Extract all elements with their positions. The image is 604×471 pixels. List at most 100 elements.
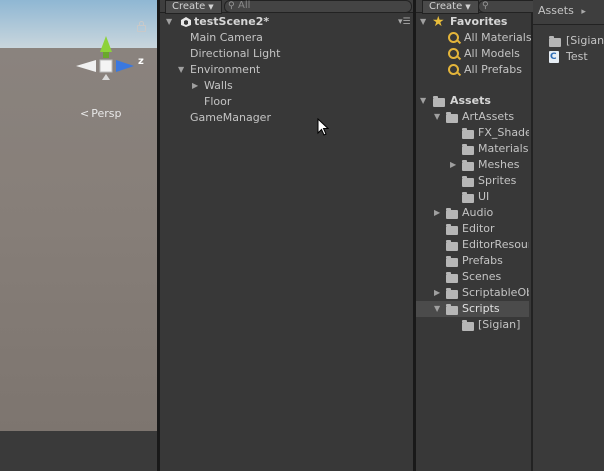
- tree-item-label: [Sigian]: [478, 318, 521, 331]
- search-filter-icon: [448, 32, 459, 43]
- create-label: Create: [429, 1, 463, 12]
- tree-item-meshes[interactable]: ▶ Meshes: [450, 157, 519, 173]
- scene-header[interactable]: ▼ testScene2* ▾☰: [166, 14, 411, 30]
- content-item-label: Test: [566, 50, 588, 63]
- scene-name: testScene2*: [194, 15, 270, 28]
- tree-item-fx-shaders[interactable]: FX_Shaders: [462, 125, 529, 141]
- star-icon: ★: [432, 14, 445, 30]
- gizmo-y-stem: [103, 52, 109, 58]
- chevron-down-icon: ▼: [465, 3, 471, 11]
- hierarchy-item-directional-light[interactable]: Directional Light: [190, 46, 280, 62]
- tree-item-label: Editor: [462, 222, 495, 235]
- gizmo-z-cone[interactable]: [116, 60, 134, 72]
- content-item-test[interactable]: C Test: [549, 49, 604, 65]
- scene-view[interactable]: z < Persp: [0, 0, 157, 471]
- expand-triangle-icon[interactable]: ▼: [420, 93, 426, 109]
- hamburger-menu-icon[interactable]: ▾☰: [398, 14, 411, 30]
- collapsed-triangle-icon[interactable]: ▶: [450, 157, 456, 173]
- scene-bottom-bar: [0, 431, 157, 471]
- folder-icon: [446, 256, 458, 267]
- hierarchy-item-label: Main Camera: [190, 31, 263, 44]
- hierarchy-panel: Create ▼ ⚲ All ▼ testScene2* ▾☰ Main Came…: [160, 0, 413, 471]
- favorite-item-all-prefabs[interactable]: All Prefabs: [448, 62, 522, 78]
- favorite-label: All Prefabs: [464, 63, 522, 76]
- collapsed-triangle-icon[interactable]: ▶: [192, 78, 198, 94]
- hierarchy-item-gamemanager[interactable]: GameManager: [190, 110, 271, 126]
- folder-icon: [446, 112, 458, 123]
- tree-item-audio[interactable]: ▶ Audio: [434, 205, 493, 221]
- scene-ground: [0, 48, 157, 431]
- tree-item-prefabs[interactable]: Prefabs: [446, 253, 503, 269]
- persp-label: Persp: [91, 107, 122, 120]
- content-item-label: [Sigian]: [566, 34, 604, 47]
- breadcrumb-separator-icon: ▸: [581, 7, 586, 17]
- breadcrumb-assets[interactable]: Assets: [538, 4, 574, 17]
- search-icon: ⚲: [228, 1, 235, 11]
- gizmo-center-cube[interactable]: [99, 59, 113, 73]
- favorite-label: All Models: [464, 47, 520, 60]
- assets-tree: ▼ Assets ▼ ArtAssets FX_Shaders Material…: [416, 92, 529, 342]
- expand-triangle-icon[interactable]: ▼: [434, 301, 440, 317]
- assets-header[interactable]: ▼ Assets: [420, 93, 491, 109]
- tree-item-editorresources[interactable]: EditorResources: [446, 237, 529, 253]
- collapsed-triangle-icon[interactable]: ▶: [434, 285, 440, 301]
- gizmo-z-label: z: [138, 56, 144, 67]
- expand-triangle-icon[interactable]: ▼: [166, 14, 172, 30]
- expand-triangle-icon[interactable]: ▼: [434, 109, 440, 125]
- tree-item-label: Scenes: [462, 270, 502, 283]
- content-item-sigian[interactable]: [Sigian]: [549, 33, 604, 49]
- favorite-item-all-materials[interactable]: All Materials: [448, 30, 532, 46]
- expand-triangle-icon[interactable]: ▼: [420, 14, 426, 30]
- folder-icon: [462, 160, 474, 171]
- tree-item-artassets[interactable]: ▼ ArtAssets: [434, 109, 514, 125]
- hierarchy-item-walls[interactable]: ▶ Walls: [192, 78, 233, 94]
- favorite-label: All Materials: [464, 31, 532, 44]
- gizmo-neg-y-cone[interactable]: [102, 74, 110, 80]
- persp-toggle[interactable]: < Persp: [80, 107, 121, 120]
- unity-scene-icon: [181, 17, 191, 27]
- hierarchy-item-floor[interactable]: Floor: [204, 94, 231, 110]
- mouse-cursor-icon: [317, 118, 329, 136]
- hierarchy-item-main-camera[interactable]: Main Camera: [190, 30, 263, 46]
- hierarchy-create-button[interactable]: Create ▼: [165, 0, 222, 14]
- project-create-button[interactable]: Create ▼: [422, 0, 479, 14]
- folder-icon: [446, 240, 458, 251]
- folder-icon: [462, 176, 474, 187]
- hierarchy-item-label: Directional Light: [190, 47, 281, 60]
- tree-item-scriptableobjects[interactable]: ▶ ScriptableObjects: [434, 285, 529, 301]
- tree-item-editor[interactable]: Editor: [446, 221, 495, 237]
- project-contents-pane[interactable]: Assets ▸ [Sigian] C Test: [531, 0, 604, 471]
- chevron-down-icon: ▼: [208, 3, 214, 11]
- folder-icon: [446, 224, 458, 235]
- favorites-label: Favorites: [450, 15, 508, 28]
- folder-icon: [446, 272, 458, 283]
- favorites-header[interactable]: ▼ ★ Favorites: [420, 14, 507, 30]
- expand-triangle-icon[interactable]: ▼: [178, 62, 184, 78]
- folder-icon: [446, 208, 458, 219]
- folder-icon: [446, 288, 458, 299]
- tree-item-label: Scripts: [462, 302, 500, 315]
- folder-icon: [433, 96, 445, 107]
- hierarchy-search-input[interactable]: ⚲ All: [224, 0, 412, 13]
- tree-item-label: EditorResources: [462, 238, 529, 251]
- folder-icon: [462, 320, 474, 331]
- tree-item-sigian[interactable]: [Sigian]: [462, 317, 520, 333]
- tree-item-label: FX_Shaders: [478, 126, 529, 139]
- tree-item-label: Meshes: [478, 158, 520, 171]
- hierarchy-item-label: Environment: [190, 63, 261, 76]
- tree-item-scripts[interactable]: ▼ Scripts: [434, 301, 500, 317]
- folder-icon: [549, 36, 561, 47]
- tree-item-scenes[interactable]: Scenes: [446, 269, 501, 285]
- gizmo-y-cone[interactable]: [100, 36, 112, 52]
- tree-item-label: UI: [478, 190, 490, 203]
- tree-item-ui[interactable]: UI: [462, 189, 489, 205]
- folder-icon: [462, 192, 474, 203]
- collapsed-triangle-icon[interactable]: ▶: [434, 205, 440, 221]
- favorite-item-all-models[interactable]: All Models: [448, 46, 520, 62]
- tree-item-materials[interactable]: Materials: [462, 141, 528, 157]
- hierarchy-item-environment[interactable]: ▼ Environment: [178, 62, 260, 78]
- tree-item-sprites[interactable]: Sprites: [462, 173, 516, 189]
- gizmo-x-cone[interactable]: [76, 60, 96, 72]
- create-label: Create: [172, 1, 206, 12]
- hierarchy-item-label: Walls: [204, 79, 233, 92]
